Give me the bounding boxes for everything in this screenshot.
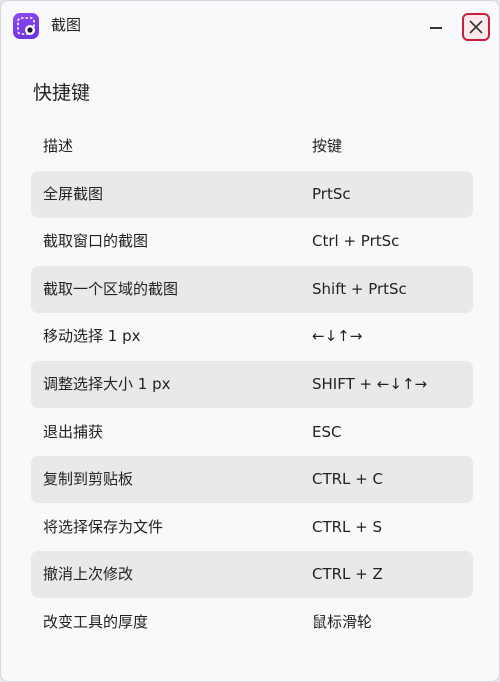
shortcut-description: 复制到剪贴板 <box>43 470 134 489</box>
shortcut-key: CTRL + Z <box>312 565 383 584</box>
table-row: 将选择保存为文件 CTRL + S <box>31 504 473 552</box>
shortcut-description: 调整选择大小 1 px <box>43 374 171 393</box>
table-header-row: 描述 按键 <box>31 123 473 171</box>
column-header-key: 按键 <box>312 137 343 155</box>
table-row: 截取一个区域的截图 Shift + PrtSc <box>31 265 473 314</box>
close-button[interactable] <box>462 13 490 41</box>
table-row: 调整选择大小 1 px SHIFT + ←↓↑→ <box>31 360 473 409</box>
close-icon <box>469 20 483 34</box>
shortcut-description: 截取一个区域的截图 <box>43 279 179 298</box>
window-title: 截图 <box>51 16 82 34</box>
shortcut-description: 改变工具的厚度 <box>43 612 149 631</box>
table-row: 改变工具的厚度 鼠标滑轮 <box>31 599 473 647</box>
shortcut-key: CTRL + C <box>312 470 383 489</box>
screenshot-app-icon <box>13 13 39 39</box>
shortcut-description: 将选择保存为文件 <box>43 517 164 536</box>
shortcut-description: 退出捕获 <box>43 422 104 441</box>
shortcuts-table: 描述 按键 全屏截图 PrtSc 截取窗口的截图 Ctrl + PrtSc 截取… <box>31 123 473 647</box>
minimize-button[interactable] <box>423 13 449 39</box>
title-bar[interactable]: 截图 <box>1 1 499 51</box>
shortcut-key: CTRL + S <box>312 517 383 536</box>
shortcut-description: 全屏截图 <box>43 184 104 203</box>
table-row: 截取窗口的截图 Ctrl + PrtSc <box>31 218 473 266</box>
table-row: 退出捕获 ESC <box>31 409 473 457</box>
shortcut-key: 鼠标滑轮 <box>312 612 373 631</box>
screenshot-shortcuts-window: 截图 快捷键 描述 按键 全屏截图 PrtSc 截取窗口的截图 Ctrl + P… <box>0 0 500 682</box>
table-row: 撤消上次修改 CTRL + Z <box>31 551 473 599</box>
shortcut-description: 撤消上次修改 <box>43 565 134 584</box>
shortcut-key: ESC <box>312 422 342 441</box>
column-header-description: 描述 <box>43 137 74 155</box>
table-row: 移动选择 1 px ←↓↑→ <box>31 313 473 361</box>
table-row: 全屏截图 PrtSc <box>31 170 473 219</box>
shortcut-key: Ctrl + PrtSc <box>312 232 400 251</box>
table-row: 复制到剪贴板 CTRL + C <box>31 456 473 504</box>
shortcut-key: SHIFT + ←↓↑→ <box>312 374 428 393</box>
shortcut-key: ←↓↑→ <box>312 327 363 346</box>
shortcut-key: Shift + PrtSc <box>312 279 407 298</box>
page-title: 快捷键 <box>33 82 91 104</box>
shortcut-key: PrtSc <box>312 184 351 203</box>
shortcut-description: 移动选择 1 px <box>43 327 141 346</box>
shortcut-description: 截取窗口的截图 <box>43 232 149 251</box>
